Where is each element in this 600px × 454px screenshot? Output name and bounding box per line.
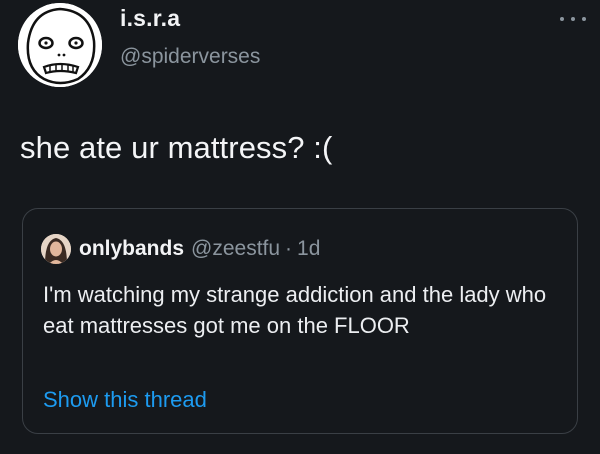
author-display-name[interactable]: i.s.r.a [120, 5, 180, 32]
quoted-tweet-text: I'm watching my strange addiction and th… [43, 282, 547, 338]
separator-dot: · [285, 237, 293, 260]
author-handle[interactable]: @spiderverses [120, 45, 260, 69]
ghost-face-icon [18, 3, 102, 87]
more-dot [571, 17, 575, 21]
tweet-text: she ate ur mattress? :( [20, 130, 333, 165]
person-photo-icon [41, 234, 71, 264]
more-dot [560, 17, 564, 21]
quoted-tweet[interactable]: onlybands @zeestfu · 1d I'm watching my … [22, 208, 578, 434]
quoted-tweet-header: onlybands @zeestfu · 1d [41, 234, 320, 264]
more-options-icon[interactable] [560, 14, 586, 24]
show-thread-link[interactable]: Show this thread [43, 387, 207, 413]
quoted-author-avatar[interactable] [41, 234, 71, 264]
tweet-card: i.s.r.a @spiderverses she ate ur mattres… [0, 0, 600, 454]
author-avatar[interactable] [18, 3, 102, 87]
more-dot [582, 17, 586, 21]
quoted-author-display-name[interactable]: onlybands [79, 237, 184, 261]
quoted-author-handle: @zeestfu [191, 237, 281, 260]
quoted-tweet-time[interactable]: 1d [297, 237, 320, 261]
